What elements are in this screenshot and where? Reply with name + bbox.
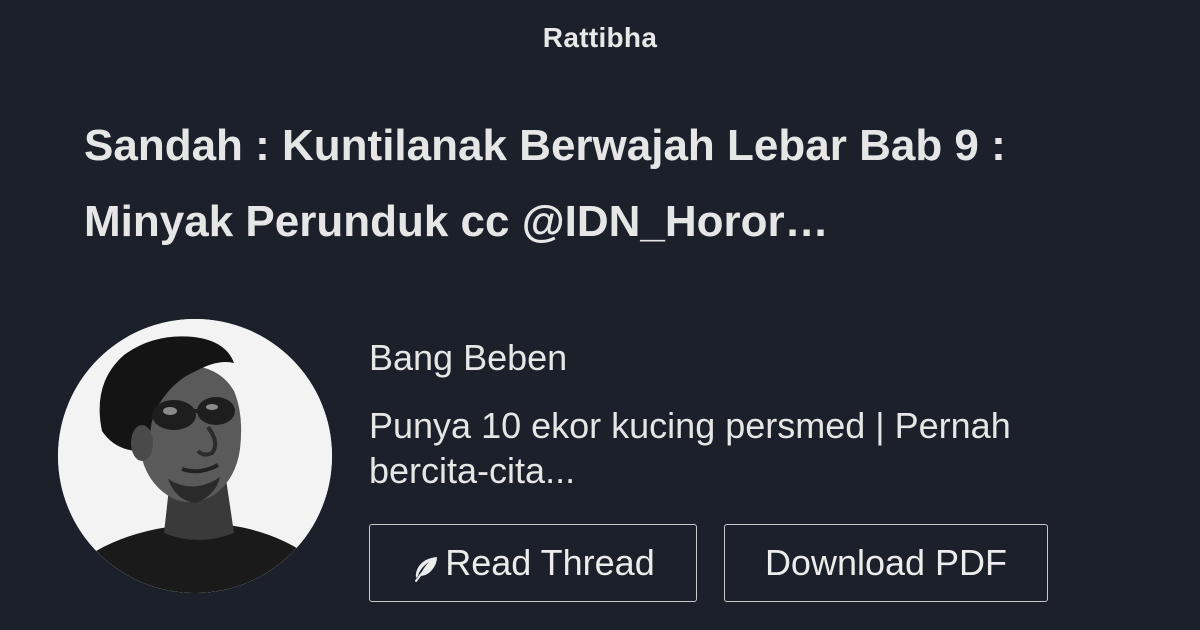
download-pdf-button[interactable]: Download PDF [724, 524, 1048, 602]
site-brand: Rattibha [542, 22, 658, 53]
feather-icon [411, 551, 441, 582]
author-name: Bang Beben [369, 337, 568, 378]
read-thread-label: Read Thread [445, 542, 655, 583]
thread-title: Sandah : Kuntilanak Berwajah Lebar Bab 9… [84, 121, 1006, 246]
author-avatar [58, 319, 332, 593]
author-bio: Punya 10 ekor kucing persmed | Pernah be… [369, 405, 1011, 491]
download-pdf-label: Download PDF [764, 542, 1008, 583]
avatar-portrait [58, 319, 332, 593]
read-thread-button[interactable]: Read Thread [369, 524, 697, 602]
